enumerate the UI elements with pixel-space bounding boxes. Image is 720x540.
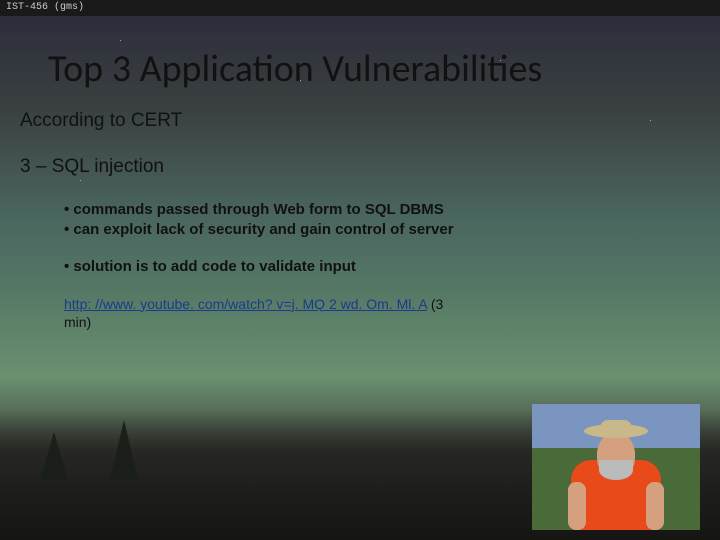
slide-title: Top 3 Application Vulnerabilities: [48, 46, 700, 92]
embedded-photo: [532, 404, 700, 530]
bullet-item: • solution is to add code to validate in…: [64, 257, 464, 277]
window-header: IST-456 (gms): [0, 0, 720, 16]
slide-subtitle: According to CERT: [20, 110, 700, 132]
bullet-group-2: • solution is to add code to validate in…: [64, 257, 464, 277]
bullet-item: • can exploit lack of security and gain …: [64, 220, 464, 240]
header-label: IST-456 (gms): [6, 2, 84, 13]
slide-body: Top 3 Application Vulnerabilities Accord…: [0, 16, 720, 540]
video-link[interactable]: http: //www. youtube. com/watch? v=j. MQ…: [64, 296, 427, 312]
bullet-item: • commands passed through Web form to SQ…: [64, 200, 464, 220]
bullet-list: • commands passed through Web form to SQ…: [64, 200, 464, 277]
bullet-group-1: • commands passed through Web form to SQ…: [64, 200, 464, 239]
slide-section-heading: 3 – SQL injection: [20, 156, 700, 178]
video-link-row: http: //www. youtube. com/watch? v=j. MQ…: [64, 295, 474, 331]
